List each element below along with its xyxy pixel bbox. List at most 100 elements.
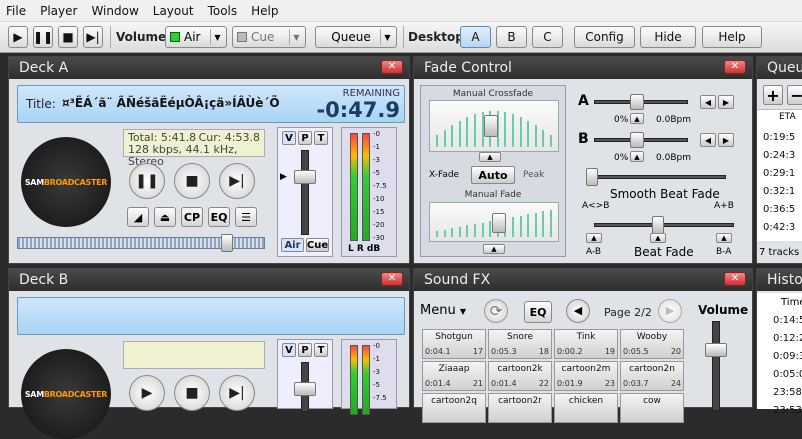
list-item[interactable]: 0:32:1 <box>763 186 795 197</box>
hide-button[interactable]: Hide <box>640 26 696 48</box>
smooth-beat-fade-knob[interactable] <box>586 168 598 186</box>
config-button[interactable]: Config <box>574 26 635 48</box>
cue-volume-select[interactable]: Cue ▼ <box>232 26 306 48</box>
sfx-cell[interactable]: cartoon2q <box>422 393 486 423</box>
pitch-b-right-button[interactable]: ▶ <box>718 133 734 147</box>
desktop-a-button[interactable]: A <box>460 26 491 48</box>
pause-button[interactable]: ❚❚ <box>129 163 165 199</box>
remove-track-button[interactable]: − <box>787 85 802 105</box>
menu-help[interactable]: Help <box>251 4 278 18</box>
a-minus-b-button[interactable]: ▲ <box>586 233 602 243</box>
air-volume-select[interactable]: Air ▼ <box>165 26 227 48</box>
menu-tools[interactable]: Tools <box>208 4 238 18</box>
list-item[interactable]: 0:05:0 <box>773 369 802 380</box>
add-track-button[interactable]: + <box>763 85 783 105</box>
auto-button[interactable]: Auto <box>471 166 515 184</box>
sfx-eq-button[interactable]: EQ <box>524 301 552 323</box>
list-item[interactable]: 0:24:3 <box>763 150 795 161</box>
sfx-cell[interactable]: cartoon2k 0:01.4 22 <box>488 361 552 391</box>
beat-fade-button[interactable]: ▲ <box>650 233 666 243</box>
sfx-volume-track[interactable] <box>712 321 720 411</box>
crossfade-knob[interactable] <box>484 115 498 137</box>
queue-select[interactable]: Queue ▼ <box>315 26 397 48</box>
sfx-cell[interactable]: cartoon2r <box>488 393 552 423</box>
b-minus-a-button[interactable]: ▲ <box>716 233 732 243</box>
v-button[interactable]: V <box>282 131 296 145</box>
beat-fade-knob[interactable] <box>652 216 664 234</box>
sfx-cell[interactable]: Shotgun 0:04.1 17 <box>422 329 486 359</box>
close-icon[interactable]: ✕ <box>381 60 403 74</box>
close-icon[interactable]: ✕ <box>381 272 403 286</box>
play-button[interactable]: ▶ <box>129 375 165 411</box>
refresh-icon[interactable]: ⟳ <box>484 299 508 323</box>
stop-button[interactable]: ■ <box>174 375 210 411</box>
prev-page-button[interactable]: ◀ <box>566 299 590 323</box>
pitch-b-knob[interactable] <box>630 132 644 148</box>
pitch-a-right-button[interactable]: ▶ <box>718 95 734 109</box>
p-button[interactable]: P <box>298 343 312 357</box>
next-button[interactable]: ▶| <box>83 26 103 48</box>
pitch-b-left-button[interactable]: ◀ <box>700 133 716 147</box>
crossfade-curve[interactable] <box>429 100 559 152</box>
close-icon[interactable]: ✕ <box>724 272 746 286</box>
t-button[interactable]: T <box>314 343 328 357</box>
list-item[interactable]: 0:42:3 <box>763 222 795 233</box>
desktop-b-button[interactable]: B <box>496 26 527 48</box>
menu-button[interactable]: ☰ <box>235 207 257 227</box>
eject-button[interactable]: ⏏ <box>154 207 176 227</box>
menu-window[interactable]: Window <box>91 4 138 18</box>
manual-fade-knob[interactable] <box>492 213 506 233</box>
next-button[interactable]: ▶| <box>219 375 255 411</box>
pitch-a-left-button[interactable]: ◀ <box>700 95 716 109</box>
stop-button[interactable]: ■ <box>174 163 210 199</box>
cue-button[interactable]: Cue <box>306 238 329 252</box>
progress-knob[interactable] <box>221 234 233 252</box>
menu-player[interactable]: Player <box>40 4 77 18</box>
next-page-button[interactable]: ▶ <box>658 299 682 323</box>
stop-button[interactable]: ■ <box>58 26 78 48</box>
volume-slider-knob[interactable] <box>294 170 316 184</box>
list-item[interactable]: 0:36:5 <box>763 204 795 215</box>
menu-layout[interactable]: Layout <box>153 4 194 18</box>
list-item[interactable]: 0:09:3 <box>773 351 802 362</box>
sfx-volume-knob[interactable] <box>705 343 727 357</box>
list-item[interactable]: 0:29:1 <box>763 168 795 179</box>
track-progress-slider[interactable] <box>17 234 265 252</box>
smooth-beat-fade-slider[interactable] <box>586 175 726 179</box>
pitch-a-knob[interactable] <box>630 94 644 110</box>
sfx-cell[interactable]: chicken <box>554 393 618 423</box>
play-button[interactable]: ▶ <box>8 26 28 48</box>
manual-fade-curve[interactable] <box>429 202 559 242</box>
list-item[interactable]: 0:19:5 <box>763 132 795 143</box>
next-button[interactable]: ▶| <box>219 163 255 199</box>
menu-file[interactable]: File <box>6 4 26 18</box>
volume-slider-track[interactable] <box>301 150 309 235</box>
v-button[interactable]: V <box>282 343 296 357</box>
crossfade-up-button[interactable]: ▲ <box>479 152 501 162</box>
help-button[interactable]: Help <box>702 26 762 48</box>
sfx-cell[interactable]: cartoon2n 0:03.7 24 <box>620 361 684 391</box>
manual-fade-up-button[interactable]: ▲ <box>483 244 505 254</box>
desktop-c-button[interactable]: C <box>532 26 563 48</box>
close-icon[interactable]: ✕ <box>724 60 746 74</box>
sfx-cell[interactable]: Wooby 0:05.5 20 <box>620 329 684 359</box>
sfx-cell[interactable]: Tink 0:00.2 19 <box>554 329 618 359</box>
pitch-b-reset-button[interactable]: ▲ <box>630 151 644 162</box>
list-item[interactable]: 23:53: <box>773 405 802 416</box>
list-item[interactable]: 23:58:1 <box>773 387 802 398</box>
sfx-cell[interactable]: Snore 0:05.3 18 <box>488 329 552 359</box>
cp-button[interactable]: CP <box>181 207 203 227</box>
volume-slider-knob[interactable] <box>294 382 316 396</box>
volume-ramp-button[interactable]: ◢ <box>127 207 149 227</box>
beat-fade-slider[interactable] <box>594 223 734 227</box>
eq-button[interactable]: EQ <box>208 207 230 227</box>
sfx-cell[interactable]: cartoon2m 0:01.9 23 <box>554 361 618 391</box>
list-item[interactable]: 0:12:2 <box>773 333 802 344</box>
pitch-a-reset-button[interactable]: ▲ <box>630 113 644 124</box>
p-button[interactable]: P <box>298 131 312 145</box>
t-button[interactable]: T <box>314 131 328 145</box>
air-button[interactable]: Air <box>281 238 304 252</box>
sfx-cell[interactable]: Ziaaap 0:01.4 21 <box>422 361 486 391</box>
sfx-cell[interactable]: cow <box>620 393 684 423</box>
pause-button[interactable]: ❚❚ <box>33 26 53 48</box>
